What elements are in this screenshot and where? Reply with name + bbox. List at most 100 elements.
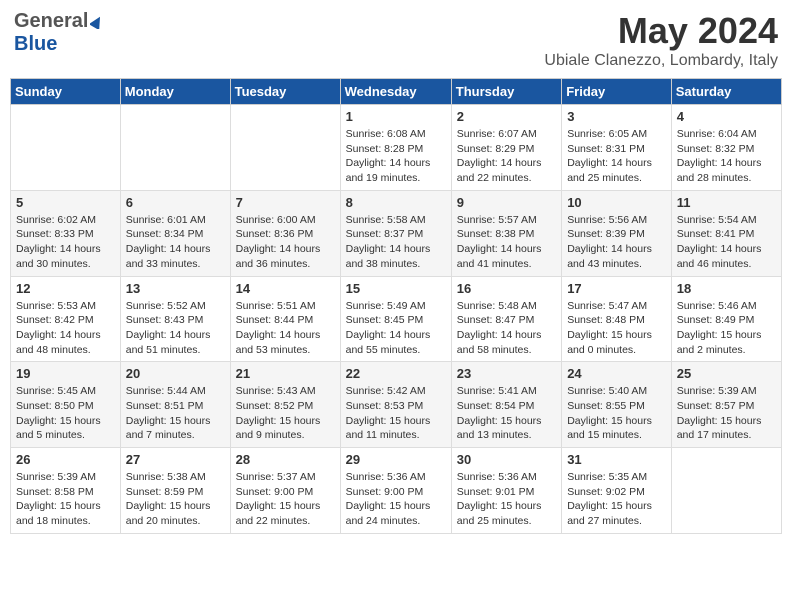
day-number: 30	[457, 452, 556, 467]
day-number: 9	[457, 195, 556, 210]
title-section: May 2024 Ubiale Clanezzo, Lombardy, Ital…	[544, 10, 778, 70]
calendar-week-row: 5Sunrise: 6:02 AM Sunset: 8:33 PM Daylig…	[11, 190, 782, 276]
day-info: Sunrise: 5:38 AM Sunset: 8:59 PM Dayligh…	[126, 470, 225, 529]
day-number: 11	[677, 195, 776, 210]
calendar-header-monday: Monday	[120, 79, 230, 105]
calendar-header-thursday: Thursday	[451, 79, 561, 105]
day-info: Sunrise: 5:40 AM Sunset: 8:55 PM Dayligh…	[567, 384, 666, 443]
day-number: 2	[457, 109, 556, 124]
day-info: Sunrise: 5:39 AM Sunset: 8:57 PM Dayligh…	[677, 384, 776, 443]
day-number: 13	[126, 281, 225, 296]
calendar-cell: 11 Sunrise: 5:54 AM Sunset: 8:41 PM Dayli…	[671, 190, 781, 276]
logo-icon	[90, 15, 104, 29]
day-info: Sunrise: 5:36 AM Sunset: 9:00 PM Dayligh…	[346, 470, 446, 529]
day-info: Sunrise: 5:52 AM Sunset: 8:43 PM Dayligh…	[126, 299, 225, 358]
day-info: Sunrise: 5:39 AM Sunset: 8:58 PM Dayligh…	[16, 470, 115, 529]
calendar-cell: 25 Sunrise: 5:39 AM Sunset: 8:57 PM Dayli…	[671, 362, 781, 448]
calendar-cell: 18Sunrise: 5:46 AM Sunset: 8:49 PM Dayli…	[671, 276, 781, 362]
day-info: Sunrise: 6:04 AM Sunset: 8:32 PM Dayligh…	[677, 127, 776, 186]
calendar-week-row: 12 Sunrise: 5:53 AM Sunset: 8:42 PM Dayli…	[11, 276, 782, 362]
day-info: Sunrise: 5:44 AM Sunset: 8:51 PM Dayligh…	[126, 384, 225, 443]
calendar-cell: 13 Sunrise: 5:52 AM Sunset: 8:43 PM Dayli…	[120, 276, 230, 362]
day-info: Sunrise: 5:53 AM Sunset: 8:42 PM Dayligh…	[16, 299, 115, 358]
calendar-cell	[120, 105, 230, 191]
day-number: 28	[236, 452, 335, 467]
calendar-cell: 15 Sunrise: 5:49 AM Sunset: 8:45 PM Dayli…	[340, 276, 451, 362]
calendar-cell: 7Sunrise: 6:00 AM Sunset: 8:36 PM Daylig…	[230, 190, 340, 276]
day-info: Sunrise: 5:56 AM Sunset: 8:39 PM Dayligh…	[567, 213, 666, 272]
day-info: Sunrise: 5:43 AM Sunset: 8:52 PM Dayligh…	[236, 384, 335, 443]
calendar-cell: 29 Sunrise: 5:36 AM Sunset: 9:00 PM Dayli…	[340, 448, 451, 534]
calendar-cell: 3 Sunrise: 6:05 AM Sunset: 8:31 PM Daylig…	[562, 105, 672, 191]
day-info: Sunrise: 6:05 AM Sunset: 8:31 PM Dayligh…	[567, 127, 666, 186]
day-number: 29	[346, 452, 446, 467]
day-number: 20	[126, 366, 225, 381]
location-title: Ubiale Clanezzo, Lombardy, Italy	[544, 52, 778, 70]
calendar-cell: 16 Sunrise: 5:48 AM Sunset: 8:47 PM Dayli…	[451, 276, 561, 362]
day-number: 12	[16, 281, 115, 296]
day-number: 15	[346, 281, 446, 296]
day-number: 16	[457, 281, 556, 296]
day-number: 7	[236, 195, 335, 210]
calendar-header-sunday: Sunday	[11, 79, 121, 105]
day-number: 23	[457, 366, 556, 381]
day-number: 4	[677, 109, 776, 124]
calendar-cell	[671, 448, 781, 534]
calendar-cell: 8Sunrise: 5:58 AM Sunset: 8:37 PM Daylig…	[340, 190, 451, 276]
day-info: Sunrise: 5:48 AM Sunset: 8:47 PM Dayligh…	[457, 299, 556, 358]
day-number: 31	[567, 452, 666, 467]
day-info: Sunrise: 5:41 AM Sunset: 8:54 PM Dayligh…	[457, 384, 556, 443]
calendar-header-saturday: Saturday	[671, 79, 781, 105]
calendar-week-row: 19Sunrise: 5:45 AM Sunset: 8:50 PM Dayli…	[11, 362, 782, 448]
day-number: 17	[567, 281, 666, 296]
day-number: 3	[567, 109, 666, 124]
calendar-cell	[230, 105, 340, 191]
day-number: 27	[126, 452, 225, 467]
calendar-cell: 24 Sunrise: 5:40 AM Sunset: 8:55 PM Dayli…	[562, 362, 672, 448]
day-number: 10	[567, 195, 666, 210]
calendar-week-row: 26 Sunrise: 5:39 AM Sunset: 8:58 PM Dayli…	[11, 448, 782, 534]
day-info: Sunrise: 5:57 AM Sunset: 8:38 PM Dayligh…	[457, 213, 556, 272]
calendar-cell: 27 Sunrise: 5:38 AM Sunset: 8:59 PM Dayli…	[120, 448, 230, 534]
calendar-week-row: 1 Sunrise: 6:08 AM Sunset: 8:28 PM Daylig…	[11, 105, 782, 191]
day-info: Sunrise: 6:02 AM Sunset: 8:33 PM Dayligh…	[16, 213, 115, 272]
day-info: Sunrise: 6:07 AM Sunset: 8:29 PM Dayligh…	[457, 127, 556, 186]
day-number: 14	[236, 281, 335, 296]
calendar-cell	[11, 105, 121, 191]
day-info: Sunrise: 6:08 AM Sunset: 8:28 PM Dayligh…	[346, 127, 446, 186]
day-number: 24	[567, 366, 666, 381]
calendar-cell: 17 Sunrise: 5:47 AM Sunset: 8:48 PM Dayli…	[562, 276, 672, 362]
calendar-cell: 19Sunrise: 5:45 AM Sunset: 8:50 PM Dayli…	[11, 362, 121, 448]
calendar-cell: 21 Sunrise: 5:43 AM Sunset: 8:52 PM Dayli…	[230, 362, 340, 448]
day-info: Sunrise: 5:35 AM Sunset: 9:02 PM Dayligh…	[567, 470, 666, 529]
calendar-cell: 28Sunrise: 5:37 AM Sunset: 9:00 PM Dayli…	[230, 448, 340, 534]
calendar-cell: 5Sunrise: 6:02 AM Sunset: 8:33 PM Daylig…	[11, 190, 121, 276]
day-number: 26	[16, 452, 115, 467]
day-number: 18	[677, 281, 776, 296]
calendar-header-wednesday: Wednesday	[340, 79, 451, 105]
day-number: 1	[346, 109, 446, 124]
calendar-cell: 1 Sunrise: 6:08 AM Sunset: 8:28 PM Daylig…	[340, 105, 451, 191]
calendar-cell: 30Sunrise: 5:36 AM Sunset: 9:01 PM Dayli…	[451, 448, 561, 534]
day-info: Sunrise: 5:51 AM Sunset: 8:44 PM Dayligh…	[236, 299, 335, 358]
day-number: 6	[126, 195, 225, 210]
day-info: Sunrise: 5:49 AM Sunset: 8:45 PM Dayligh…	[346, 299, 446, 358]
calendar-cell: 20 Sunrise: 5:44 AM Sunset: 8:51 PM Dayli…	[120, 362, 230, 448]
logo-blue-text: Blue	[14, 33, 57, 56]
day-number: 25	[677, 366, 776, 381]
calendar-cell: 31 Sunrise: 5:35 AM Sunset: 9:02 PM Dayli…	[562, 448, 672, 534]
logo: General Blue	[14, 10, 104, 56]
calendar-cell: 26 Sunrise: 5:39 AM Sunset: 8:58 PM Dayli…	[11, 448, 121, 534]
logo-general-text: General	[14, 10, 88, 33]
calendar-header-friday: Friday	[562, 79, 672, 105]
calendar-cell: 14 Sunrise: 5:51 AM Sunset: 8:44 PM Dayli…	[230, 276, 340, 362]
calendar-cell: 22Sunrise: 5:42 AM Sunset: 8:53 PM Dayli…	[340, 362, 451, 448]
day-number: 8	[346, 195, 446, 210]
calendar-header-tuesday: Tuesday	[230, 79, 340, 105]
day-info: Sunrise: 5:47 AM Sunset: 8:48 PM Dayligh…	[567, 299, 666, 358]
calendar-cell: 6Sunrise: 6:01 AM Sunset: 8:34 PM Daylig…	[120, 190, 230, 276]
day-number: 19	[16, 366, 115, 381]
day-info: Sunrise: 5:54 AM Sunset: 8:41 PM Dayligh…	[677, 213, 776, 272]
calendar-cell: 2 Sunrise: 6:07 AM Sunset: 8:29 PM Daylig…	[451, 105, 561, 191]
day-number: 21	[236, 366, 335, 381]
